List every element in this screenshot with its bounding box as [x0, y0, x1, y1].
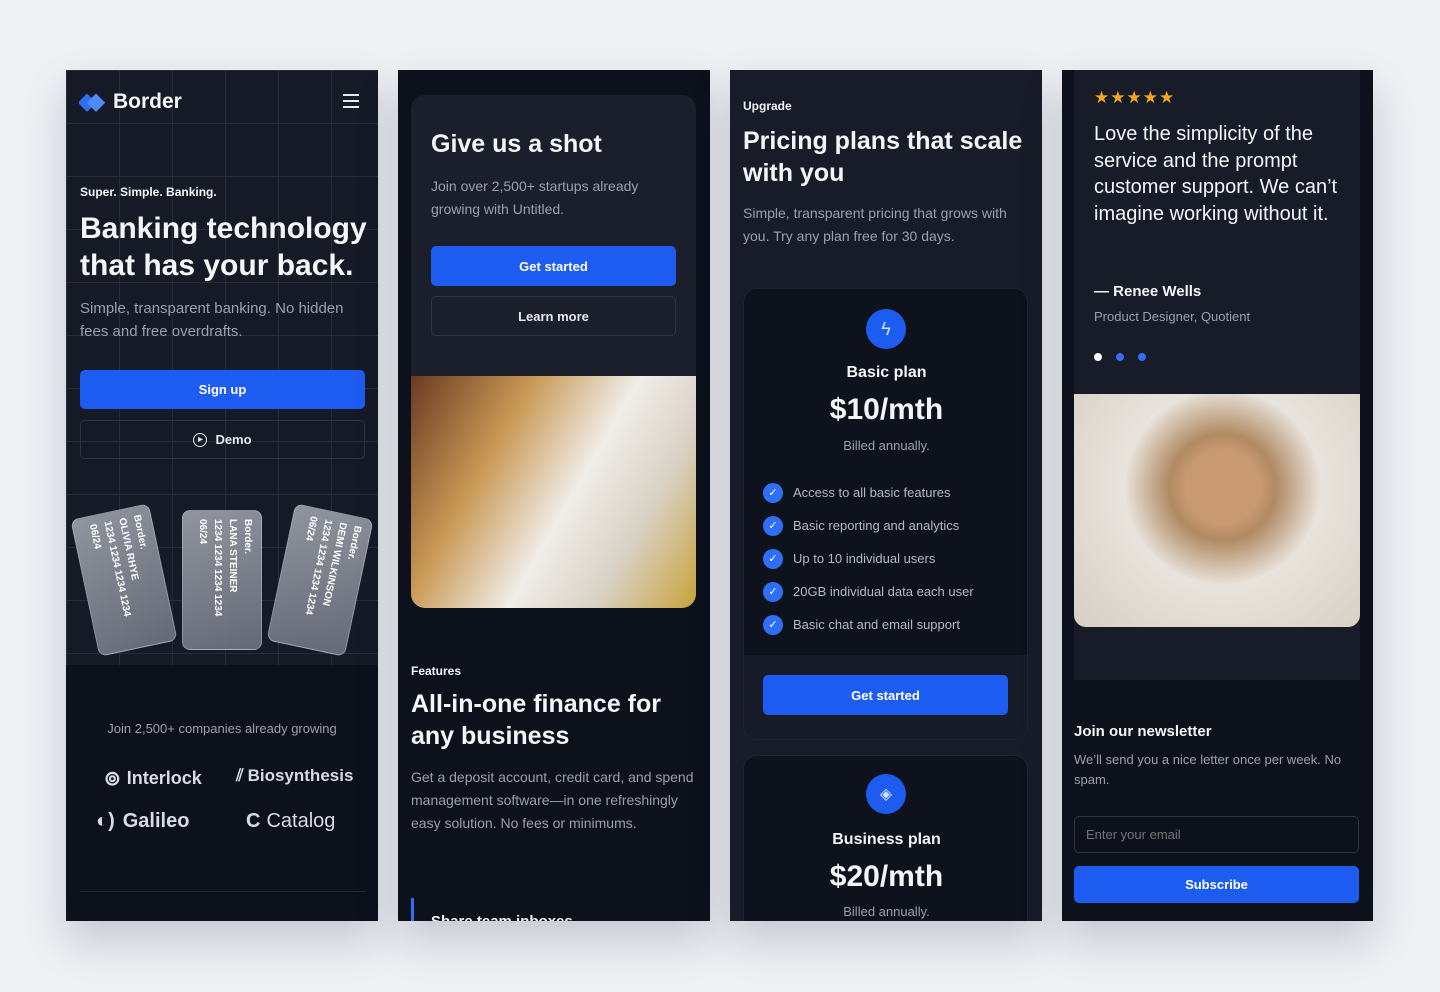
panel-testimonial-newsletter: ★★★★★ Love the simplicity of the service… — [1062, 70, 1373, 921]
credit-card: Border. LANA STEINER 1234 1234 1234 1234… — [182, 510, 262, 650]
pricing-subtitle: Simple, transparent pricing that grows w… — [743, 205, 1007, 244]
play-circle-icon: ▶ — [193, 432, 208, 447]
card-brand: Border. — [242, 519, 253, 555]
plan-feature: ✓ Basic reporting and analytics — [763, 509, 974, 542]
feature-active-indicator — [411, 898, 414, 921]
check-icon: ✓ — [763, 548, 783, 569]
office-photo — [411, 376, 696, 608]
carousel-dots — [1094, 353, 1146, 361]
biosynthesis-icon: ⫽ — [236, 766, 244, 785]
layers-icon: ◈ — [866, 774, 906, 814]
plan-get-started-button[interactable]: Get started — [763, 675, 1008, 715]
hero-eyebrow: Super. Simple. Banking. — [80, 185, 217, 199]
galileo-icon: ◐) — [96, 810, 115, 832]
features-text: Get a deposit account, credit card, and … — [411, 769, 694, 831]
logo-interlock: ⊚ Interlock — [104, 768, 202, 790]
card-expiry: 06/24 — [197, 519, 208, 545]
cta-title: Give us a shot — [431, 130, 602, 158]
cta-subtitle: Join over 2,500+ startups already growin… — [431, 178, 639, 217]
credit-card: Border. OLIVIA RHYE 1234 1234 1234 1234 … — [70, 503, 178, 657]
plan-feature-list: ✓ Access to all basic features ✓ Basic rep… — [763, 476, 974, 641]
testimonial-role: Product Designer, Quotient — [1094, 309, 1251, 324]
plan-feature: ✓ Access to all basic features — [763, 476, 974, 509]
zap-icon: ϟ — [866, 309, 906, 349]
pricing-eyebrow: Upgrade — [743, 99, 792, 113]
brand-logo[interactable]: Border — [79, 90, 182, 114]
features-eyebrow: Features — [411, 664, 462, 678]
features-title: All-in-one finance for any business — [411, 690, 661, 750]
logo-galileo: ◐) Galileo — [96, 810, 190, 832]
learn-more-button[interactable]: Learn more — [431, 296, 676, 336]
check-icon: ✓ — [763, 614, 783, 635]
carousel-dot[interactable] — [1138, 353, 1146, 361]
plan-feature: ✓ Basic chat and email support — [763, 608, 974, 641]
rating-stars: ★★★★★ — [1094, 88, 1176, 107]
demo-label: Demo — [215, 432, 252, 447]
plan-card-business: ◈ Business plan $20/mth Billed annually. — [743, 755, 1028, 921]
plan-feature: ✓ Up to 10 individual users — [763, 542, 974, 575]
card-holder: LANA STEINER — [227, 519, 238, 593]
demo-button[interactable]: ▶ Demo — [80, 420, 365, 459]
logo-catalog: C Catalog — [246, 810, 336, 832]
divider — [80, 891, 365, 892]
sign-up-button[interactable]: Sign up — [80, 370, 365, 409]
subscribe-button[interactable]: Subscribe — [1074, 866, 1359, 903]
testimonial-photo — [1074, 394, 1360, 627]
check-icon: ✓ — [763, 581, 783, 602]
logo-mark-icon — [79, 93, 106, 112]
panel-pricing: Upgrade Pricing plans that scale with yo… — [730, 70, 1042, 921]
email-input[interactable] — [1074, 816, 1359, 853]
cta-card: Give us a shot Join over 2,500+ startups… — [411, 95, 696, 608]
check-icon: ✓ — [763, 515, 783, 536]
plan-name: Basic plan — [846, 364, 927, 381]
plan-card-basic: ϟ Basic plan $10/mth Billed annually. ✓ A… — [743, 288, 1028, 740]
feature-item[interactable]: Share team inboxes — [431, 913, 573, 921]
menu-icon[interactable] — [343, 94, 359, 108]
social-proof-text: Join 2,500+ companies already growing — [107, 721, 337, 736]
plan-price: $10/mth — [829, 393, 944, 426]
credit-card: Border. DEMI WILKINSON 1234 1234 1234 12… — [266, 503, 374, 657]
panel-landing-hero: Border Super. Simple. Banking. Banking t… — [66, 70, 378, 921]
panel-cta-features: Give us a shot Join over 2,500+ startups… — [398, 70, 710, 921]
plan-billing: Billed annually. — [843, 904, 930, 919]
check-icon: ✓ — [763, 482, 783, 503]
brand-name: Border — [113, 90, 182, 113]
card-number: 1234 1234 1234 1234 — [212, 519, 223, 617]
hero-title: Banking technology that has your back. — [80, 212, 367, 282]
cards-illustration: Border. OLIVIA RHYE 1234 1234 1234 1234 … — [66, 500, 378, 665]
newsletter-title: Join our newsletter — [1074, 723, 1212, 740]
plan-price: $20/mth — [829, 860, 944, 893]
interlock-icon: ⊚ — [104, 768, 121, 790]
carousel-dot[interactable] — [1116, 353, 1124, 361]
testimonial-quote: Love the simplicity of the service and t… — [1094, 123, 1338, 225]
carousel-dot-active[interactable] — [1094, 353, 1102, 361]
plan-billing: Billed annually. — [843, 438, 930, 453]
testimonial-author: — Renee Wells — [1094, 283, 1202, 300]
plan-name: Business plan — [832, 831, 941, 848]
hero-subtitle: Simple, transparent banking. No hidden f… — [80, 300, 344, 340]
logo-biosynthesis: ⫽ Biosynthesis — [236, 766, 354, 785]
pricing-title: Pricing plans that scale with you — [743, 127, 1023, 187]
get-started-button[interactable]: Get started — [431, 246, 676, 286]
plan-feature: ✓ 20GB individual data each user — [763, 575, 974, 608]
catalog-icon: C — [246, 810, 261, 832]
newsletter-text: We’ll send you a nice letter once per we… — [1074, 752, 1342, 787]
